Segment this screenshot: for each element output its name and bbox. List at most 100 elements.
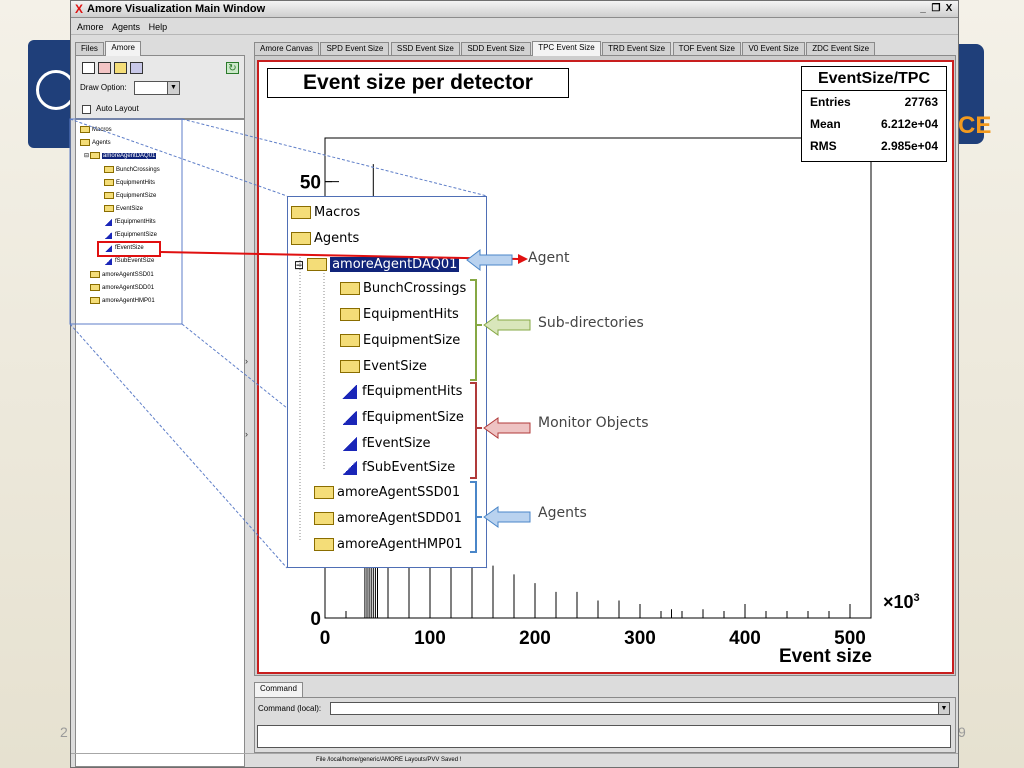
menu-help[interactable]: Help	[149, 22, 168, 32]
histogram-icon	[340, 409, 358, 425]
open-icon[interactable]	[98, 62, 111, 74]
menu-amore[interactable]: Amore	[77, 22, 104, 32]
folder-icon	[314, 538, 334, 551]
splitter-arrow-icon[interactable]: ›	[245, 429, 248, 439]
folder-icon	[307, 258, 328, 271]
inset-item-agents[interactable]: Agents	[291, 231, 359, 246]
tree-item-event-size[interactable]: EventSize	[104, 205, 143, 212]
tab-trd-event-size[interactable]: TRD Event Size	[602, 42, 672, 56]
folder-icon	[340, 360, 360, 373]
draw-option-label: Draw Option:	[80, 83, 127, 92]
tree-item-f-sub-event-size[interactable]: fSubEventSize	[104, 257, 154, 265]
inset-item-f-equipment-size[interactable]: fEquipmentSize	[340, 409, 464, 425]
save-icon[interactable]	[130, 62, 143, 74]
tree-item-equipment-hits[interactable]: EquipmentHits	[104, 179, 155, 186]
highlight-box	[97, 241, 161, 257]
chevron-down-icon[interactable]: ▼	[938, 703, 949, 714]
histogram-icon	[104, 257, 113, 265]
x-tick-label: 0	[320, 628, 331, 649]
x-axis-multiplier: ×103	[883, 592, 920, 612]
splitter-arrow-icon[interactable]: ›	[245, 356, 248, 366]
minimize-button[interactable]: _	[917, 2, 929, 15]
draw-option-select[interactable]: ▼	[134, 81, 180, 95]
command-label: Command (local):	[258, 704, 322, 713]
y-tick-label: 50	[300, 173, 321, 194]
tab-amore-canvas[interactable]: Amore Canvas	[254, 42, 319, 56]
inset-item-event-size[interactable]: EventSize	[340, 359, 427, 374]
amore-control-panel: ↻ Draw Option: ▼ Auto Layout	[75, 55, 245, 119]
histogram-icon	[340, 383, 358, 399]
auto-layout-checkbox[interactable]	[82, 105, 91, 114]
tree-item-agent-ssd[interactable]: amoreAgentSSD01	[90, 271, 154, 278]
refresh-icon[interactable]: ↻	[226, 62, 239, 74]
tree-item-agent-hmp[interactable]: amoreAgentHMP01	[90, 297, 155, 304]
inset-item-equipment-size[interactable]: EquipmentSize	[340, 333, 460, 348]
tree-item-bunch-crossings[interactable]: BunchCrossings	[104, 166, 160, 173]
inset-item-agent-daq[interactable]: ⊟ amoreAgentDAQ01	[294, 257, 460, 272]
stats-title: EventSize/TPC	[802, 67, 946, 91]
tab-v0-event-size[interactable]: V0 Event Size	[742, 42, 805, 56]
tab-ssd-event-size[interactable]: SSD Event Size	[390, 42, 460, 56]
menu-agents[interactable]: Agents	[112, 22, 140, 32]
object-tree: Macros Agents ⊟ amoreAgentDAQ01 BunchCros…	[75, 119, 245, 767]
inset-item-agent-sdd[interactable]: amoreAgentSDD01	[314, 511, 462, 526]
y-tick-label: 0	[310, 609, 321, 630]
tab-amore[interactable]: Amore	[105, 41, 141, 56]
folder-icon	[90, 284, 100, 291]
folder-icon	[104, 205, 114, 212]
inset-item-bunch-crossings[interactable]: BunchCrossings	[340, 281, 466, 296]
inset-item-agent-ssd[interactable]: amoreAgentSSD01	[314, 485, 460, 500]
folder-icon	[90, 152, 101, 159]
chevron-down-icon[interactable]: ▼	[167, 82, 179, 94]
collapse-icon[interactable]: ⊟	[84, 152, 89, 159]
inset-item-equipment-hits[interactable]: EquipmentHits	[340, 307, 459, 322]
new-icon[interactable]	[82, 62, 95, 74]
close-button[interactable]: X	[943, 2, 955, 15]
inset-item-f-event-size[interactable]: fEventSize	[340, 435, 431, 451]
folder-icon	[291, 206, 311, 219]
left-tab-bar: Files Amore	[75, 41, 141, 56]
annotation-agent: Agent	[528, 250, 570, 266]
command-panel: Command (local): ▼	[254, 697, 956, 753]
annotation-monitor-objects: Monitor Objects	[538, 415, 649, 431]
inset-item-agent-hmp[interactable]: amoreAgentHMP01	[314, 537, 463, 552]
tab-spd-event-size[interactable]: SPD Event Size	[320, 42, 390, 56]
histogram-icon	[340, 435, 358, 451]
inset-item-macros[interactable]: Macros	[291, 205, 360, 220]
folder-open-icon	[291, 232, 311, 245]
x-tick-label: 400	[729, 628, 761, 649]
inset-item-f-sub-event-size[interactable]: fSubEventSize	[340, 459, 455, 475]
tab-tof-event-size[interactable]: TOF Event Size	[672, 42, 741, 56]
tab-sdd-event-size[interactable]: SDD Event Size	[461, 42, 531, 56]
tree-item-macros[interactable]: Macros	[80, 126, 112, 133]
auto-layout-label: Auto Layout	[96, 104, 139, 113]
status-text: File /local/home/generic/AMORE Layouts/P…	[316, 757, 462, 763]
tree-item-agents[interactable]: Agents	[80, 139, 111, 146]
tree-item-f-equipment-size[interactable]: fEquipmentSize	[104, 231, 157, 239]
inset-item-f-equipment-hits[interactable]: fEquipmentHits	[340, 383, 462, 399]
main-window: X Amore Visualization Main Window _ ❐ X …	[70, 0, 959, 768]
title-bar: X Amore Visualization Main Window _ ❐ X	[71, 1, 958, 18]
histogram-icon	[104, 218, 113, 226]
tree-zoom-inset: Macros Agents ⊟ amoreAgentDAQ01 BunchCros…	[287, 196, 487, 568]
folder-icon	[340, 308, 360, 321]
tab-tpc-event-size[interactable]: TPC Event Size	[532, 41, 601, 56]
maximize-button[interactable]: ❐	[930, 2, 942, 15]
folder-icon	[314, 512, 334, 525]
tab-files[interactable]: Files	[75, 42, 104, 56]
tree-item-agent-daq[interactable]: ⊟ amoreAgentDAQ01	[84, 152, 157, 159]
folder-icon	[104, 179, 114, 186]
tab-command[interactable]: Command	[254, 682, 303, 697]
x-axis-label: Event size	[779, 646, 872, 667]
tree-item-f-equipment-hits[interactable]: fEquipmentHits	[104, 218, 156, 226]
tree-item-equipment-size[interactable]: EquipmentSize	[104, 192, 156, 199]
tab-zdc-event-size[interactable]: ZDC Event Size	[806, 42, 876, 56]
folder-icon	[80, 126, 90, 133]
folder-icon[interactable]	[114, 62, 127, 74]
collapse-icon[interactable]: ⊟	[294, 258, 304, 272]
command-input[interactable]: ▼	[330, 702, 950, 715]
command-output[interactable]	[257, 725, 951, 748]
chart-title: Event size per detector	[267, 68, 569, 98]
tree-item-agent-sdd[interactable]: amoreAgentSDD01	[90, 284, 154, 291]
folder-icon	[340, 282, 360, 295]
